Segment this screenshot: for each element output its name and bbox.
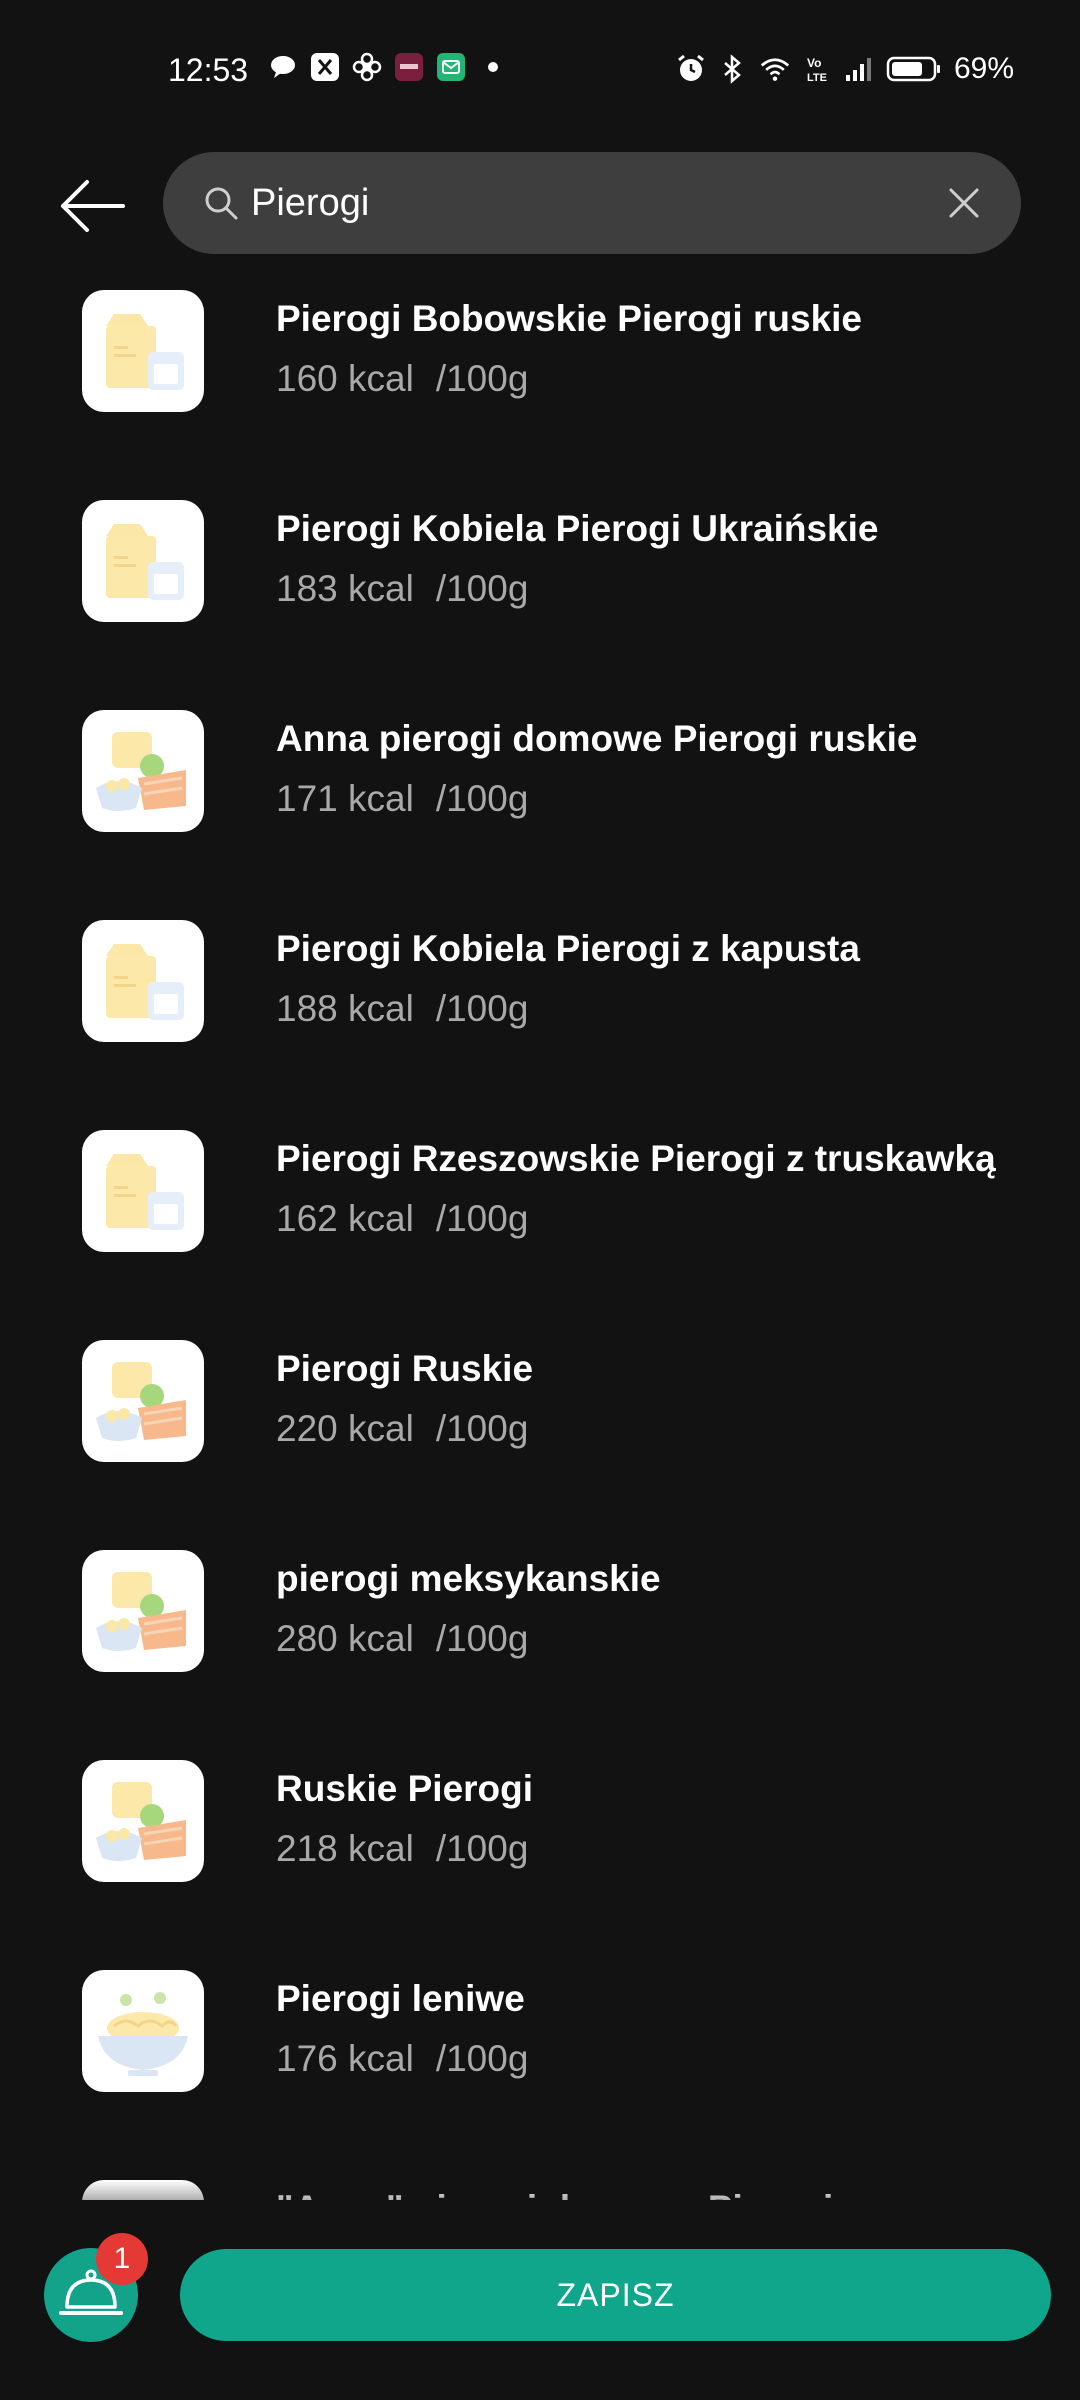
meal-icon	[82, 1340, 204, 1462]
kcal-unit: /100g	[435, 778, 529, 819]
alarm-icon	[676, 54, 706, 84]
svg-text:LTE: LTE	[807, 72, 827, 84]
kcal-unit: /100g	[435, 1198, 529, 1239]
kcal-unit: /100g	[435, 1408, 529, 1449]
kcal-unit: /100g	[435, 358, 529, 399]
result-title: Pierogi Kobiela Pierogi Ukraińskie	[276, 508, 879, 549]
volte-icon: Vo LTE	[802, 54, 832, 84]
save-button[interactable]: ZAPISZ	[180, 2249, 1051, 2341]
kcal-value: 218 kcal	[276, 1828, 414, 1869]
result-title: Pierogi Rzeszowskie Pierogi z truskawką	[276, 1138, 996, 1179]
meal-icon	[82, 710, 204, 832]
result-item[interactable]: Anna pierogi domowe Pierogi ruskie 171 kc…	[0, 678, 1080, 888]
result-title: Ruskie Pierogi	[276, 1768, 534, 1809]
kcal-value: 171 kcal	[276, 778, 414, 819]
close-icon[interactable]	[943, 182, 985, 224]
result-calories: 176 kcal/100g	[276, 2038, 528, 2080]
signal-icon	[844, 54, 874, 84]
kcal-value: 188 kcal	[276, 988, 414, 1029]
result-item[interactable]: Pierogi leniwe 176 kcal/100g	[0, 1938, 1080, 2148]
notification-icons	[268, 52, 508, 82]
noodle-bowl-icon	[82, 1970, 204, 2092]
kcal-value: 183 kcal	[276, 568, 414, 609]
status-time: 12:53	[168, 52, 249, 88]
result-calories: 171 kcal/100g	[276, 778, 528, 820]
dot-icon	[478, 52, 508, 82]
kcal-unit: /100g	[435, 1828, 529, 1869]
result-item[interactable]: Pierogi Bobowskie Pierogi ruskie 160 kcal…	[0, 258, 1080, 468]
kcal-unit: /100g	[435, 988, 529, 1029]
kcal-value: 176 kcal	[276, 2038, 414, 2079]
kcal-value: 160 kcal	[276, 358, 414, 399]
result-title: Pierogi Bobowskie Pierogi ruskie	[276, 298, 863, 339]
battery-icon	[886, 54, 942, 84]
costa-app-icon	[394, 52, 424, 82]
result-calories: 188 kcal/100g	[276, 988, 528, 1030]
battery-percent: 69%	[953, 52, 1014, 85]
svg-text:Vo: Vo	[807, 56, 821, 70]
kcal-value: 280 kcal	[276, 1618, 414, 1659]
search-bar[interactable]	[163, 152, 1021, 254]
kcal-unit: /100g	[435, 1618, 529, 1659]
mail-app-icon	[436, 52, 466, 82]
bluetooth-icon	[718, 54, 748, 84]
result-item[interactable]: Pierogi Kobiela Pierogi Ukraińskie 183 kc…	[0, 468, 1080, 678]
results-list[interactable]: Pierogi Bobowskie Pierogi ruskie 160 kcal…	[0, 258, 1080, 2208]
back-button[interactable]	[54, 168, 130, 244]
result-calories: 218 kcal/100g	[276, 1828, 528, 1870]
search-icon	[205, 187, 238, 220]
dairy-icon	[82, 500, 204, 622]
result-title: Pierogi Ruskie	[276, 1348, 534, 1389]
system-icons: Vo LTE 69%	[676, 52, 1014, 86]
search-input[interactable]	[251, 174, 891, 232]
status-bar: 12:53 Vo LTE 69%	[0, 0, 1080, 140]
result-calories: 183 kcal/100g	[276, 568, 528, 610]
result-item[interactable]: Pierogi Rzeszowskie Pierogi z truskawką 1…	[0, 1098, 1080, 1308]
result-title: Pierogi Kobiela Pierogi z kapusta	[276, 928, 860, 969]
result-item[interactable]: Pierogi Ruskie 220 kcal/100g	[0, 1308, 1080, 1518]
arrow-left-icon	[61, 180, 125, 232]
fan-icon	[352, 52, 382, 82]
app-icon	[310, 52, 340, 82]
meal-icon	[82, 1760, 204, 1882]
result-item[interactable]: Ruskie Pierogi 218 kcal/100g	[0, 1728, 1080, 1938]
meal-icon	[82, 1550, 204, 1672]
kcal-unit: /100g	[435, 2038, 529, 2079]
kcal-value: 220 kcal	[276, 1408, 414, 1449]
wifi-icon	[760, 54, 790, 84]
result-title: Pierogi leniwe	[276, 1978, 525, 2019]
kcal-unit: /100g	[435, 568, 529, 609]
cart-badge: 1	[96, 2233, 148, 2285]
chat-bubble-icon	[268, 52, 298, 82]
result-title: pierogi meksykanskie	[276, 1558, 661, 1599]
dairy-icon	[82, 920, 204, 1042]
result-calories: 162 kcal/100g	[276, 1198, 528, 1240]
kcal-value: 162 kcal	[276, 1198, 414, 1239]
result-item[interactable]: pierogi meksykanskie 280 kcal/100g	[0, 1518, 1080, 1728]
dairy-icon	[82, 290, 204, 412]
result-title: Anna pierogi domowe Pierogi ruskie	[276, 718, 918, 759]
result-item[interactable]: Pierogi Kobiela Pierogi z kapusta 188 kca…	[0, 888, 1080, 1098]
result-calories: 160 kcal/100g	[276, 358, 528, 400]
result-calories: 280 kcal/100g	[276, 1618, 528, 1660]
dairy-icon	[82, 1130, 204, 1252]
result-calories: 220 kcal/100g	[276, 1408, 528, 1450]
